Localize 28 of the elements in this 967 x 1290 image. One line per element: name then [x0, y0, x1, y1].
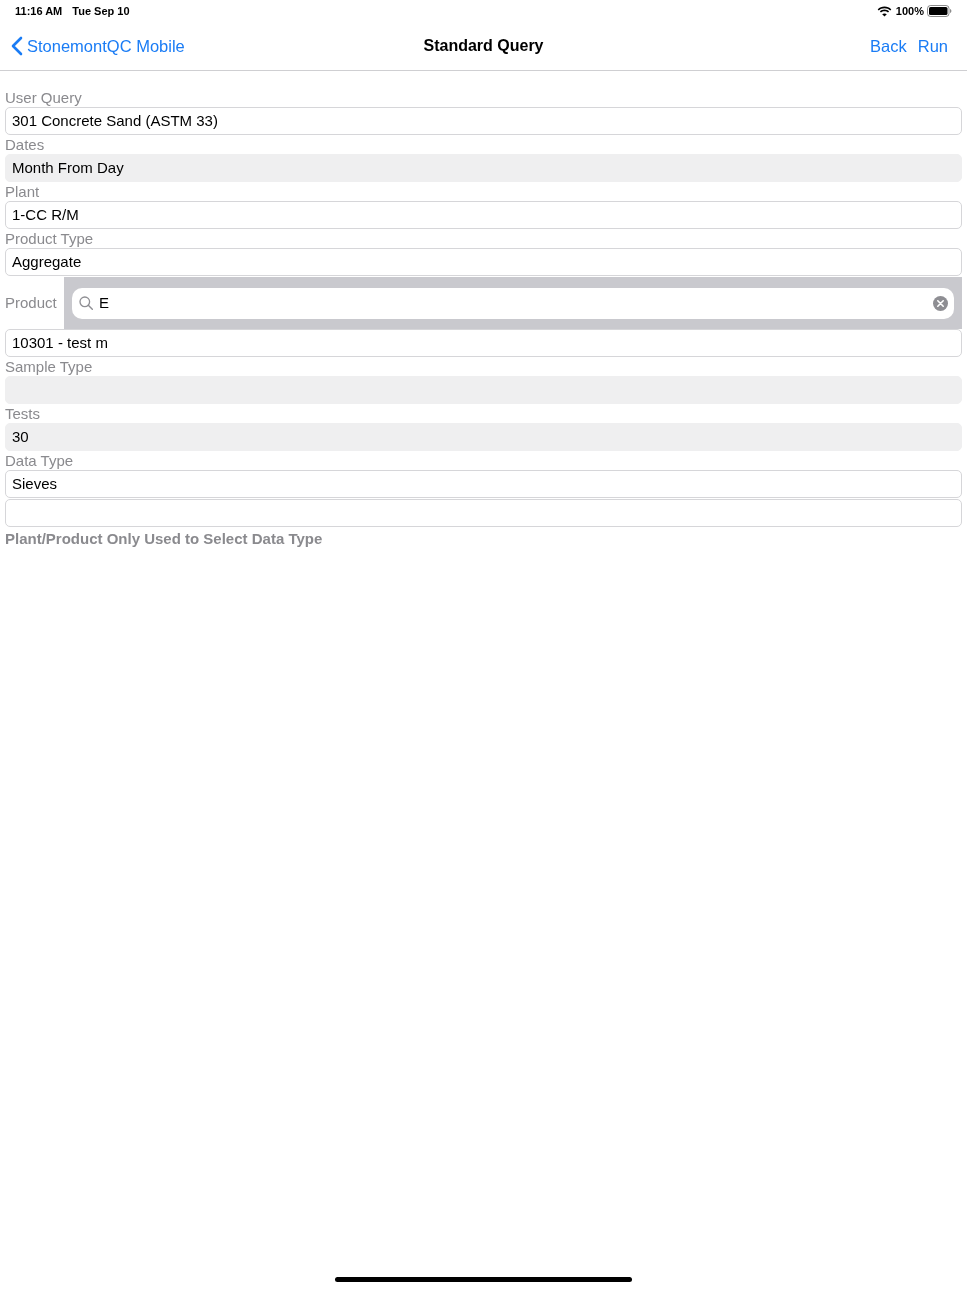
nav-button[interactable]: Back: [870, 33, 907, 59]
nav-button[interactable]: Run: [917, 33, 948, 59]
input-field[interactable]: 10301 - test m: [5, 329, 962, 357]
field-label: Product: [5, 292, 58, 313]
battery-icon: [927, 5, 952, 17]
back-link[interactable]: StonemontQC Mobile: [11, 33, 185, 59]
field-label: Plant: [5, 183, 40, 201]
field-label: Product Type: [5, 230, 94, 248]
nav-title: Standard Query: [423, 36, 544, 56]
footnote-text: Plant/Product Only Used to Select Data Type: [5, 529, 323, 549]
input-field[interactable]: 301 Concrete Sand (ASTM 33): [5, 107, 962, 135]
field-label: Sample Type: [5, 358, 93, 376]
chevron-left-icon: [11, 36, 23, 56]
input-field[interactable]: Sieves: [5, 470, 962, 498]
field-label: User Query: [5, 89, 82, 107]
status-date: Tue Sep 10: [72, 3, 130, 19]
field-label: Dates: [5, 136, 45, 154]
wifi-icon: [876, 5, 892, 17]
search-field[interactable]: E: [72, 287, 954, 319]
input-field[interactable]: [5, 499, 962, 527]
field-label: Data Type: [5, 452, 74, 470]
battery-percent: 100%: [895, 3, 924, 19]
status-time: 11:16 AM: [15, 3, 63, 19]
search-icon: [79, 296, 93, 310]
field-label: Tests: [5, 405, 40, 423]
clear-icon[interactable]: [933, 295, 948, 311]
input-field[interactable]: 1-CC R/M: [5, 201, 962, 229]
input-field[interactable]: Aggregate: [5, 248, 962, 276]
